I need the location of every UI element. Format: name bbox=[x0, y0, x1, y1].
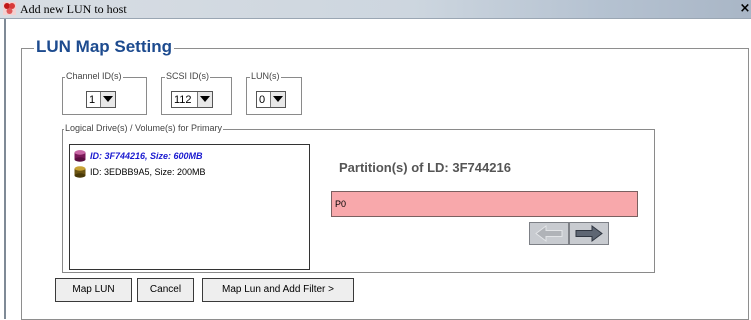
window-titlebar[interactable]: Add new LUN to host × bbox=[0, 0, 751, 19]
list-item[interactable]: ID: 3F744216, Size: 600MB bbox=[74, 149, 304, 163]
lun-value: 0 bbox=[259, 94, 266, 106]
chevron-down-icon[interactable] bbox=[100, 92, 115, 107]
cancel-button[interactable]: Cancel bbox=[137, 278, 194, 302]
channel-value: 1 bbox=[89, 94, 96, 106]
scsi-value: 112 bbox=[174, 94, 192, 106]
arrow-left-button[interactable] bbox=[529, 222, 569, 245]
disk-icon bbox=[74, 166, 86, 178]
scsi-label: SCSI ID(s) bbox=[165, 70, 211, 82]
map-lun-button[interactable]: Map LUN bbox=[55, 278, 132, 302]
arrow-right-button[interactable] bbox=[569, 222, 609, 245]
lun-map-title: LUN Map Setting bbox=[34, 37, 174, 57]
logical-drives-label: Logical Drive(s) / Volume(s) for Primary bbox=[64, 122, 224, 134]
chevron-down-icon[interactable] bbox=[197, 92, 212, 107]
lun-select[interactable]: 0 bbox=[256, 91, 286, 108]
logical-drive-list[interactable]: ID: 3F744216, Size: 600MB ID: 3EDBB9A5, … bbox=[69, 144, 310, 270]
list-item-label: ID: 3EDBB9A5, Size: 200MB bbox=[90, 167, 206, 177]
chevron-down-icon[interactable] bbox=[270, 92, 285, 107]
partitions-title: Partition(s) of LD: 3F744216 bbox=[339, 160, 511, 175]
close-icon[interactable]: × bbox=[739, 1, 751, 17]
scsi-select[interactable]: 112 bbox=[171, 91, 213, 108]
list-item-label: ID: 3F744216, Size: 600MB bbox=[90, 151, 203, 161]
disk-icon bbox=[74, 150, 86, 162]
window-title: Add new LUN to host bbox=[20, 2, 127, 16]
arrow-left-icon bbox=[535, 225, 563, 242]
partition-label: P0 bbox=[335, 199, 347, 209]
arrow-right-icon bbox=[575, 225, 603, 242]
channel-select[interactable]: 1 bbox=[86, 91, 116, 108]
channel-label: Channel ID(s) bbox=[65, 70, 123, 82]
partition-bar[interactable]: P0 bbox=[331, 191, 638, 217]
map-lun-add-filter-button[interactable]: Map Lun and Add Filter > bbox=[202, 278, 354, 302]
app-icon bbox=[3, 2, 16, 15]
lun-label: LUN(s) bbox=[250, 70, 281, 82]
list-item[interactable]: ID: 3EDBB9A5, Size: 200MB bbox=[74, 165, 304, 179]
